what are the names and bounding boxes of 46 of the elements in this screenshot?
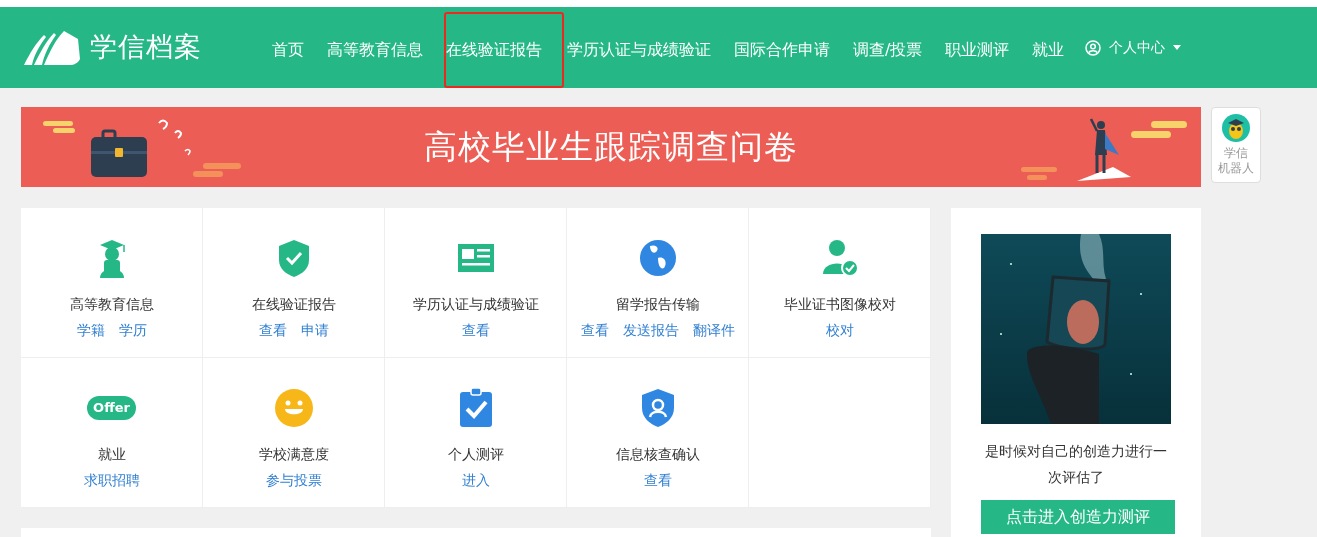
user-menu[interactable]: 个人中心 (1085, 37, 1182, 58)
nav-link[interactable]: 调查/投票 (851, 12, 925, 88)
nav-link[interactable]: 职业测评 (943, 12, 1012, 88)
service-link[interactable]: 查看 (461, 320, 490, 341)
nav-link[interactable]: 首页 (270, 12, 306, 88)
survey-banner[interactable]: 高校毕业生跟踪调查问卷 (21, 107, 1201, 187)
service-link[interactable]: 校对 (825, 320, 854, 341)
service-title: 就业 (96, 445, 127, 464)
user-icon (1085, 39, 1102, 56)
logo-icon (22, 30, 80, 65)
globe-icon (637, 238, 678, 278)
nav-link[interactable]: 国际合作申请 (732, 12, 832, 88)
smiley-icon (273, 388, 314, 428)
caret-icon (1173, 45, 1182, 50)
service-link[interactable]: 进入 (461, 470, 490, 491)
robot-label: 学信 (1223, 146, 1249, 161)
offer-badge: Offer (87, 396, 136, 420)
service-title: 留学报告传输 (614, 295, 701, 314)
service-title: 在线验证报告 (250, 295, 337, 314)
service-link[interactable]: 发送报告 (622, 320, 679, 341)
nav-link[interactable]: 在线验证报告 (444, 12, 564, 88)
service-title: 信息核查确认 (614, 445, 701, 464)
nav-link[interactable]: 高等教育信息 (325, 12, 425, 88)
service-link[interactable]: 查看 (258, 320, 287, 341)
nav-link[interactable]: 学历认证与成绩验证 (565, 12, 713, 88)
service-link[interactable]: 查看 (580, 320, 609, 341)
promo-text: 是时候对自己的创造力进行一次评估了 (984, 442, 1168, 487)
robot-button[interactable]: 学信 机器人 (1211, 107, 1261, 183)
service-link[interactable]: 学籍 (76, 320, 105, 341)
nav-link[interactable]: 就业 (1030, 12, 1067, 88)
service-link[interactable]: 查看 (643, 470, 672, 491)
service-link[interactable]: 翻译件 (692, 320, 735, 341)
service-title: 学校满意度 (257, 445, 330, 464)
service-link[interactable]: 参与投票 (265, 470, 322, 491)
service-link[interactable]: 学历 (118, 320, 147, 341)
logo-text: 学信档案 (90, 30, 202, 65)
service-link[interactable]: 申请 (300, 320, 329, 341)
banner-title: 高校毕业生跟踪调查问卷 (424, 126, 798, 169)
service-title: 学历认证与成绩验证 (411, 295, 540, 314)
service-link[interactable]: 求职招聘 (83, 470, 140, 491)
service-title: 毕业证书图像校对 (782, 295, 897, 314)
assessment-button[interactable]: 点击进入创造力测评 (981, 500, 1175, 534)
service-title: 个人测评 (446, 445, 505, 464)
robot-icon (1222, 114, 1250, 142)
service-title: 高等教育信息 (68, 295, 155, 314)
robot-label: 机器人 (1217, 161, 1255, 176)
